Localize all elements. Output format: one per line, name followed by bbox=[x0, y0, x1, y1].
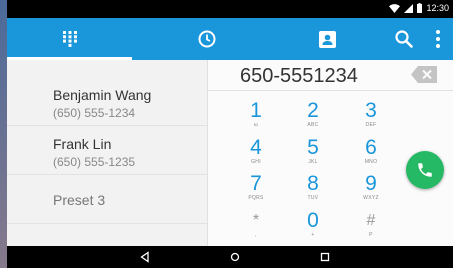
dialpad-key-0[interactable]: 0 + bbox=[283, 210, 343, 240]
dialpad-icon bbox=[62, 31, 77, 47]
key-digit: 8 bbox=[307, 172, 319, 195]
battery-icon bbox=[417, 3, 423, 13]
status-time: 12:30 bbox=[426, 3, 449, 13]
key-digit: 5 bbox=[307, 136, 319, 159]
key-letters: P bbox=[369, 232, 373, 238]
dialpad-key-2[interactable]: 2 ABC bbox=[283, 100, 343, 130]
key-letters: ω bbox=[253, 122, 259, 128]
key-letters: GHI bbox=[251, 159, 261, 165]
wifi-icon bbox=[389, 3, 401, 13]
search-icon bbox=[395, 30, 413, 48]
home-icon bbox=[230, 252, 240, 262]
dialpad-key-star[interactable]: * , bbox=[226, 210, 286, 240]
key-digit: 4 bbox=[250, 136, 262, 159]
key-digit: 1 bbox=[250, 99, 262, 122]
dialed-number: 650-5551234 bbox=[240, 65, 358, 87]
phone-screen: 12:30 Benjamin Wang (650) 555-1234 Frank… bbox=[7, 0, 453, 268]
key-letters: ABC bbox=[307, 122, 319, 128]
contact-item[interactable]: Frank Lin (650) 555-1235 bbox=[7, 126, 207, 175]
dialpad-key-3[interactable]: 3 DEF bbox=[341, 100, 401, 130]
phone-icon bbox=[418, 163, 432, 177]
contact-name: Frank Lin bbox=[53, 136, 112, 152]
back-icon bbox=[140, 251, 149, 263]
contacts-icon bbox=[318, 30, 336, 48]
key-digit: 3 bbox=[365, 99, 377, 122]
contact-list: Benjamin Wang (650) 555-1234 Frank Lin (… bbox=[7, 60, 208, 246]
more-options-button[interactable] bbox=[431, 28, 445, 50]
status-bar: 12:30 bbox=[7, 0, 453, 18]
backspace-icon bbox=[411, 66, 437, 83]
home-button[interactable] bbox=[228, 250, 242, 264]
contact-name: Benjamin Wang bbox=[53, 87, 152, 103]
dialpad-key-8[interactable]: 8 TUV bbox=[283, 173, 343, 203]
key-digit: 6 bbox=[365, 136, 377, 159]
dialpad-key-1[interactable]: 1 ω bbox=[226, 100, 286, 130]
backspace-button[interactable] bbox=[411, 66, 437, 83]
contact-phone: (650) 555-1234 bbox=[53, 106, 136, 120]
key-digit: 7 bbox=[250, 172, 262, 195]
dialpad-key-6[interactable]: 6 MNO bbox=[341, 137, 401, 167]
key-letters: MNO bbox=[364, 159, 378, 165]
back-button[interactable] bbox=[138, 250, 152, 264]
key-letters: , bbox=[255, 232, 257, 238]
dialpad-key-9[interactable]: 9 WXYZ bbox=[341, 173, 401, 203]
key-letters: JKL bbox=[308, 159, 318, 165]
app-bar bbox=[7, 18, 453, 60]
dialpad-panel: 650-5551234 1 ω 2 ABC 3 DEF 4 GHI 5 JKL … bbox=[208, 60, 453, 246]
dialpad-key-4[interactable]: 4 GHI bbox=[226, 137, 286, 167]
tab-dialpad[interactable] bbox=[7, 18, 132, 60]
contact-name: Preset 3 bbox=[53, 192, 106, 208]
call-button[interactable] bbox=[406, 151, 444, 189]
digits-field[interactable]: 650-5551234 bbox=[208, 60, 453, 91]
key-digit: # bbox=[366, 212, 376, 229]
tab-recents[interactable] bbox=[152, 18, 262, 60]
contact-item[interactable]: Benjamin Wang (650) 555-1234 bbox=[7, 77, 207, 126]
key-digit: * bbox=[252, 212, 260, 229]
more-vert-icon bbox=[436, 30, 440, 48]
dialpad-key-hash[interactable]: # P bbox=[341, 210, 401, 240]
key-letters: + bbox=[311, 232, 315, 238]
tab-contacts[interactable] bbox=[272, 18, 382, 60]
status-icons: 12:30 bbox=[389, 3, 449, 13]
key-letters: DEF bbox=[365, 122, 377, 128]
key-letters: WXYZ bbox=[363, 195, 379, 201]
search-button[interactable] bbox=[393, 28, 415, 50]
key-digit: 0 bbox=[307, 209, 319, 232]
recent-apps-icon bbox=[320, 252, 330, 262]
dialpad-key-5[interactable]: 5 JKL bbox=[283, 137, 343, 167]
clock-icon bbox=[198, 30, 216, 48]
key-letters: TUV bbox=[307, 195, 319, 201]
contact-phone: (650) 555-1235 bbox=[53, 155, 136, 169]
contact-item[interactable]: Preset 3 bbox=[7, 175, 207, 224]
recent-apps-button[interactable] bbox=[318, 250, 332, 264]
navigation-bar bbox=[7, 246, 453, 268]
key-digit: 9 bbox=[365, 172, 377, 195]
key-digit: 2 bbox=[307, 99, 319, 122]
signal-icon bbox=[404, 3, 414, 13]
dialpad-key-7[interactable]: 7 PQRS bbox=[226, 173, 286, 203]
key-letters: PQRS bbox=[248, 195, 264, 201]
